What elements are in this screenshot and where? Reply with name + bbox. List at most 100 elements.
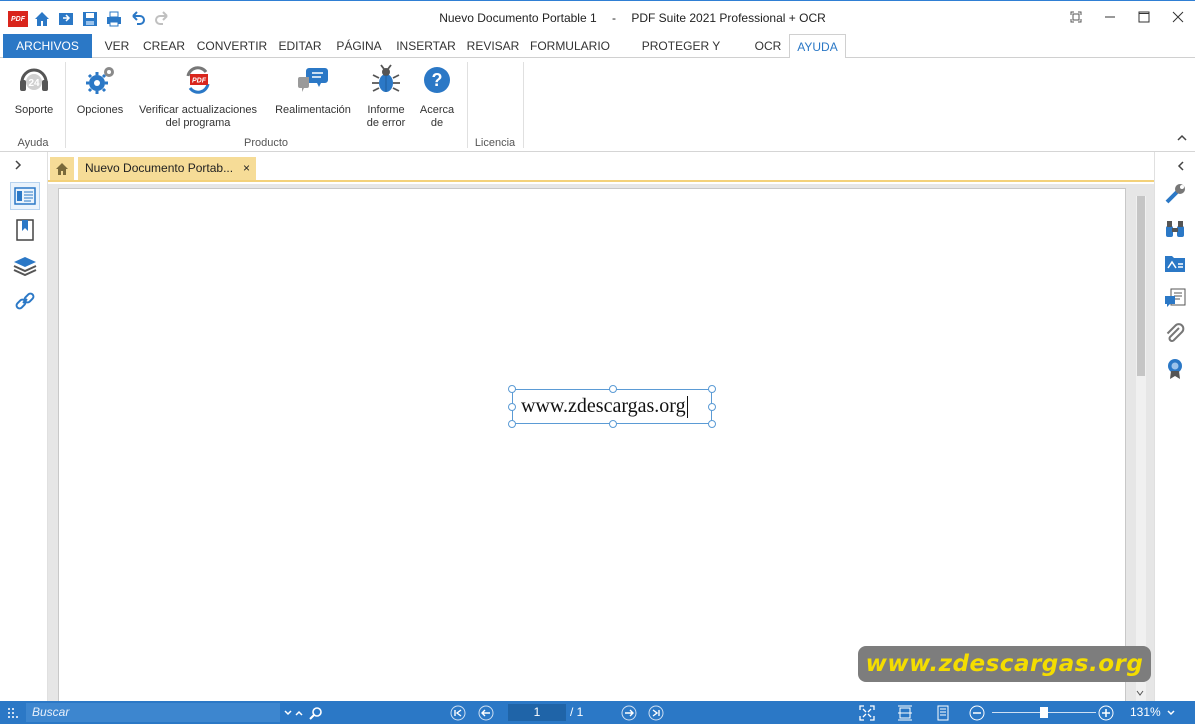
svg-text:?: ?	[432, 70, 443, 90]
minimize-icon[interactable]	[1093, 1, 1127, 33]
group-label-product: Producto	[243, 137, 289, 149]
tab-crear[interactable]: CREAR	[140, 34, 188, 58]
resize-handle[interactable]	[508, 403, 516, 411]
single-page-view-icon[interactable]	[934, 704, 952, 722]
tab-ocr[interactable]: OCR	[750, 34, 786, 58]
scroll-down-icon[interactable]	[1136, 685, 1144, 699]
resize-handle[interactable]	[609, 385, 617, 393]
document-tabs: Nuevo Documento Portab... ×	[48, 152, 1154, 182]
tab-pagina[interactable]: PÁGINA	[332, 34, 386, 58]
pdf-page[interactable]: www.zdescargas.org	[58, 188, 1126, 708]
resize-handle[interactable]	[708, 385, 716, 393]
tab-revisar[interactable]: REVISAR	[465, 34, 521, 58]
group-label-license: Licencia	[474, 137, 516, 149]
binoculars-icon[interactable]	[1161, 215, 1189, 243]
tab-ver[interactable]: VER	[100, 34, 134, 58]
zoom-dropdown-chevron-icon[interactable]	[1162, 704, 1180, 722]
window-app-name: PDF Suite 2021 Professional + OCR	[631, 11, 826, 25]
options-button[interactable]: Opciones	[72, 62, 128, 117]
links-icon[interactable]	[10, 287, 40, 315]
close-icon[interactable]	[1161, 1, 1195, 33]
search-icon[interactable]	[307, 704, 325, 722]
document-tab[interactable]: Nuevo Documento Portab... ×	[78, 157, 256, 180]
last-page-icon[interactable]	[647, 704, 665, 722]
document-canvas: www.zdescargas.org	[48, 184, 1154, 708]
fit-page-icon[interactable]	[858, 704, 876, 722]
home-tab[interactable]	[50, 157, 74, 180]
fit-width-icon[interactable]	[896, 704, 914, 722]
about-button[interactable]: ? Acerca de	[416, 62, 458, 130]
support-badge: 24	[28, 78, 40, 89]
comments-icon[interactable]	[1161, 285, 1189, 313]
status-bar: Buscar 1 / 1 131%	[0, 701, 1195, 724]
svg-text:PDF: PDF	[192, 78, 207, 85]
check-updates-button[interactable]: PDF Verificar actualizaciones del progra…	[134, 62, 262, 130]
pdf-update-icon: PDF	[134, 62, 262, 98]
grip-icon	[4, 704, 22, 722]
thumbnails-icon[interactable]	[10, 182, 40, 210]
zoom-slider[interactable]	[992, 707, 1096, 718]
bookmarks-icon[interactable]	[10, 216, 40, 244]
tab-insertar[interactable]: INSERTAR	[393, 34, 459, 58]
zoom-slider-knob[interactable]	[1040, 707, 1048, 718]
chat-bubbles-icon	[270, 62, 356, 98]
previous-page-icon[interactable]	[477, 704, 495, 722]
tab-convertir[interactable]: CONVERTIR	[194, 34, 270, 58]
error-report-button[interactable]: Informe de error	[360, 62, 412, 130]
collapse-ribbon-icon[interactable]	[1177, 134, 1187, 145]
expand-left-panel-icon[interactable]	[14, 159, 22, 173]
support-label: Soporte	[14, 104, 54, 116]
group-separator	[65, 62, 66, 148]
zoom-out-icon[interactable]	[968, 704, 986, 722]
total-pages: / 1	[570, 705, 584, 719]
tab-archivos[interactable]: ARCHIVOS	[3, 34, 92, 58]
about-label-1: Acerca	[419, 104, 455, 116]
certificate-icon[interactable]	[1161, 355, 1189, 383]
tab-editar[interactable]: EDITAR	[276, 34, 324, 58]
tab-ayuda[interactable]: AYUDA	[789, 34, 846, 59]
window-controls	[1059, 1, 1195, 33]
find-replace-icon[interactable]	[1161, 250, 1189, 278]
tab-formulario[interactable]: FORMULARIO	[528, 34, 612, 58]
zoom-in-icon[interactable]	[1097, 704, 1115, 722]
group-label-help: Ayuda	[17, 137, 49, 149]
next-page-icon[interactable]	[620, 704, 638, 722]
search-input[interactable]: Buscar	[26, 703, 280, 722]
document-tab-title: Nuevo Documento Portab...	[85, 161, 234, 175]
feedback-button[interactable]: Realimentación	[270, 62, 356, 117]
layers-icon[interactable]	[10, 251, 40, 279]
search-up-chevron-icon[interactable]	[290, 704, 308, 722]
resize-handle[interactable]	[508, 420, 516, 428]
selected-text-box[interactable]: www.zdescargas.org	[508, 385, 716, 428]
group-separator	[467, 62, 468, 148]
collapse-right-panel-icon[interactable]	[1177, 160, 1185, 174]
attachment-icon[interactable]	[1161, 320, 1189, 348]
window-title-separator: -	[612, 11, 616, 25]
window-document-name: Nuevo Documento Portable 1	[439, 11, 597, 25]
resize-handle[interactable]	[609, 420, 617, 428]
support-button[interactable]: 24 Soporte	[8, 62, 60, 117]
watermark-banner: www.zdescargas.org	[858, 646, 1151, 682]
wrench-icon[interactable]	[1161, 180, 1189, 208]
resize-handle[interactable]	[708, 420, 716, 428]
bug-icon	[360, 62, 412, 98]
error-report-label-2: de error	[366, 117, 406, 129]
feedback-label: Realimentación	[275, 104, 351, 116]
tab-proteger-y-firmar[interactable]: PROTEGER Y FIRMAR	[619, 34, 743, 77]
maximize-icon[interactable]	[1127, 1, 1161, 33]
title-bar: PDF Nuevo Documento Portable 1 - PDF Sui…	[0, 0, 1195, 34]
zoom-level[interactable]: 131%	[1130, 704, 1161, 721]
scrollbar-thumb[interactable]	[1137, 196, 1145, 376]
text-box-content[interactable]: www.zdescargas.org	[521, 395, 686, 417]
about-label-2: de	[430, 117, 444, 129]
text-cursor	[686, 396, 688, 419]
resize-handle[interactable]	[508, 385, 516, 393]
vertical-scrollbar[interactable]	[1136, 196, 1146, 701]
resize-handle[interactable]	[708, 403, 716, 411]
close-tab-icon[interactable]: ×	[243, 157, 250, 180]
gears-icon	[72, 62, 128, 98]
current-page-input[interactable]: 1	[508, 704, 566, 721]
options-label: Opciones	[76, 104, 124, 116]
first-page-icon[interactable]	[449, 704, 467, 722]
fullscreen-icon[interactable]	[1059, 1, 1093, 33]
